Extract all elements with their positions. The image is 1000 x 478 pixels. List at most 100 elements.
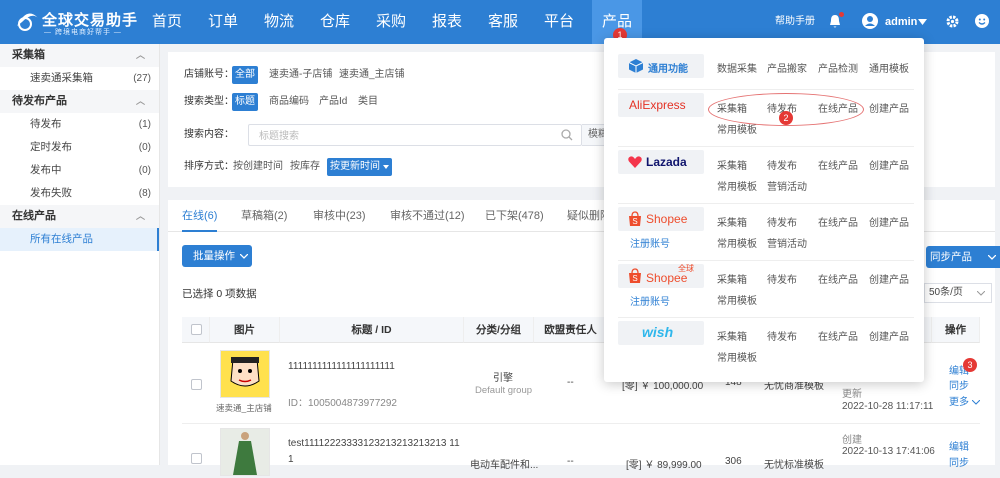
- menu-sp-marketing[interactable]: 营销活动: [767, 235, 807, 250]
- tab-reviewing[interactable]: 审核中(23): [313, 200, 366, 232]
- user-avatar-icon[interactable]: [862, 13, 878, 29]
- row-checkbox[interactable]: [191, 453, 202, 464]
- shopee-bag-icon: S: [629, 211, 641, 226]
- search-type-category[interactable]: 类目: [355, 93, 381, 111]
- menu-spg-collect-box[interactable]: 采集箱: [717, 271, 747, 286]
- sync-products-button[interactable]: 同步产品: [926, 246, 1000, 268]
- menu-spg-templates[interactable]: 常用模板: [717, 292, 757, 307]
- sidebar-item-publish-failed[interactable]: 发布失败 (8): [0, 182, 159, 205]
- nav-orders[interactable]: 订单: [198, 0, 248, 44]
- sidebar-item-scheduled[interactable]: 定时发布 (0): [0, 136, 159, 159]
- sync-link[interactable]: 同步: [949, 377, 969, 392]
- search-type-title[interactable]: 标题: [232, 93, 258, 111]
- menu-lz-pending[interactable]: 待发布: [767, 157, 797, 172]
- page-size-select[interactable]: 50条/页: [924, 283, 992, 303]
- search-input[interactable]: 标题搜索: [248, 124, 582, 146]
- menu-sp-templates[interactable]: 常用模板: [717, 235, 757, 250]
- filter-label: 搜索类型：: [184, 96, 234, 107]
- chevron-up-icon: ︿: [135, 96, 145, 106]
- edit-link[interactable]: 编辑: [949, 438, 969, 453]
- menu-lz-collect-box[interactable]: 采集箱: [717, 157, 747, 172]
- header-select-all[interactable]: [182, 317, 210, 343]
- time-label: 更新: [842, 389, 862, 400]
- menu-general-template[interactable]: 通用模板: [869, 60, 909, 75]
- product-title[interactable]: 1111111111111111111111: [288, 361, 395, 372]
- menu-sp-create-product[interactable]: 创建产品: [869, 214, 909, 229]
- sort-by-updated[interactable]: 按更新时间: [327, 158, 392, 176]
- menu-sp-collect-box[interactable]: 采集箱: [717, 214, 747, 229]
- chevron-down-icon: [240, 254, 248, 259]
- nav-reports[interactable]: 报表: [422, 0, 472, 44]
- menu-lz-marketing[interactable]: 营销活动: [767, 178, 807, 193]
- menu-lz-create-product[interactable]: 创建产品: [869, 157, 909, 172]
- sidebar-item-pending[interactable]: 待发布 (1): [0, 113, 159, 136]
- sidebar-group-pending[interactable]: 待发布产品 ︿: [0, 90, 159, 113]
- product-image-dress: [221, 429, 269, 475]
- step-badge-2: 2: [779, 111, 793, 125]
- menu-spg-online-products[interactable]: 在线产品: [818, 271, 858, 286]
- nav-home[interactable]: 首页: [142, 0, 192, 44]
- time-label: 创建: [842, 435, 862, 446]
- store-option-sub[interactable]: 速卖通-子店铺: [266, 66, 335, 84]
- sidebar-group-online[interactable]: 在线产品 ︿: [0, 205, 159, 228]
- sidebar-item-publishing[interactable]: 发布中 (0): [0, 159, 159, 182]
- sidebar-item-all-online[interactable]: 所有在线产品: [0, 228, 159, 251]
- sidebar-item-collect-box[interactable]: 速卖通采集箱 (27): [0, 67, 159, 90]
- menu-wish-templates[interactable]: 常用模板: [717, 349, 757, 364]
- user-dropdown-icon[interactable]: [918, 19, 927, 25]
- menu-wish-pending[interactable]: 待发布: [767, 328, 797, 343]
- menu-sp-online-products[interactable]: 在线产品: [818, 214, 858, 229]
- menu-wish-collect-box[interactable]: 采集箱: [717, 328, 747, 343]
- sort-option-label: 按更新时间: [330, 161, 380, 172]
- menu-sp-pending[interactable]: 待发布: [767, 214, 797, 229]
- chevron-down-icon: [977, 291, 985, 296]
- smile-icon[interactable]: [975, 14, 989, 28]
- nav-platform[interactable]: 平台: [534, 0, 584, 44]
- sidebar-item-count: (27): [133, 73, 151, 84]
- select-all-checkbox[interactable]: [191, 324, 202, 335]
- tab-drafts[interactable]: 草稿箱(2): [241, 200, 287, 232]
- sync-link[interactable]: 同步: [949, 454, 969, 469]
- sort-by-stock[interactable]: 按库存: [287, 158, 323, 176]
- products-dropdown-menu: 通用功能 数据采集 产品搬家 产品检测 通用模板 AliExpress 采集箱 …: [604, 38, 924, 382]
- tab-online[interactable]: 在线(6): [182, 200, 218, 232]
- menu-spg-create-product[interactable]: 创建产品: [869, 271, 909, 286]
- menu-wish-create-product[interactable]: 创建产品: [869, 328, 909, 343]
- menu-data-collect[interactable]: 数据采集: [717, 60, 757, 75]
- menu-lz-templates[interactable]: 常用模板: [717, 178, 757, 193]
- tab-delisted[interactable]: 已下架(478): [485, 200, 544, 232]
- more-link[interactable]: 更多: [949, 393, 981, 408]
- create-time: 2022-10-13 17:41:06: [842, 446, 935, 457]
- bulk-actions-button[interactable]: 批量操作: [182, 245, 252, 267]
- shopee-global-register-link[interactable]: 注册账号: [630, 293, 670, 308]
- app-logo[interactable]: 全球交易助手 — 跨境电商好帮手 —: [14, 8, 144, 36]
- menu-lz-online-products[interactable]: 在线产品: [818, 157, 858, 172]
- store-option-all[interactable]: 全部: [232, 66, 258, 84]
- page-size-label: 50条/页: [929, 287, 963, 298]
- menu-product-move[interactable]: 产品搬家: [767, 60, 807, 75]
- store-option-main[interactable]: 速卖通_主店铺: [336, 66, 408, 84]
- search-icon[interactable]: [561, 129, 573, 141]
- tab-rejected[interactable]: 审核不通过(12): [390, 200, 465, 232]
- product-thumbnail[interactable]: [220, 428, 270, 476]
- search-placeholder: 标题搜索: [259, 131, 299, 142]
- search-type-sku[interactable]: 商品编码: [266, 93, 312, 111]
- row-checkbox[interactable]: [191, 379, 202, 390]
- nav-warehouse[interactable]: 仓库: [310, 0, 360, 44]
- nav-service[interactable]: 客服: [478, 0, 528, 44]
- search-type-product-id[interactable]: 产品Id: [316, 93, 350, 111]
- sidebar-group-collect[interactable]: 采集箱 ︿: [0, 44, 159, 67]
- menu-spg-pending[interactable]: 待发布: [767, 271, 797, 286]
- nav-logistics[interactable]: 物流: [254, 0, 304, 44]
- sort-by-created[interactable]: 按创建时间: [230, 158, 286, 176]
- nav-purchase[interactable]: 采购: [366, 0, 416, 44]
- product-thumbnail[interactable]: [220, 350, 270, 398]
- settings-gear-icon[interactable]: [946, 15, 959, 28]
- shopee-register-link[interactable]: 注册账号: [630, 235, 670, 250]
- menu-ae-create-product[interactable]: 创建产品: [869, 100, 909, 115]
- product-title[interactable]: test11112223333123213213213213 11: [288, 438, 460, 449]
- menu-product-check[interactable]: 产品检测: [818, 60, 858, 75]
- sidebar-item-count: (1): [138, 119, 151, 130]
- lazada-logo: Lazada: [618, 150, 704, 174]
- menu-wish-online-products[interactable]: 在线产品: [818, 328, 858, 343]
